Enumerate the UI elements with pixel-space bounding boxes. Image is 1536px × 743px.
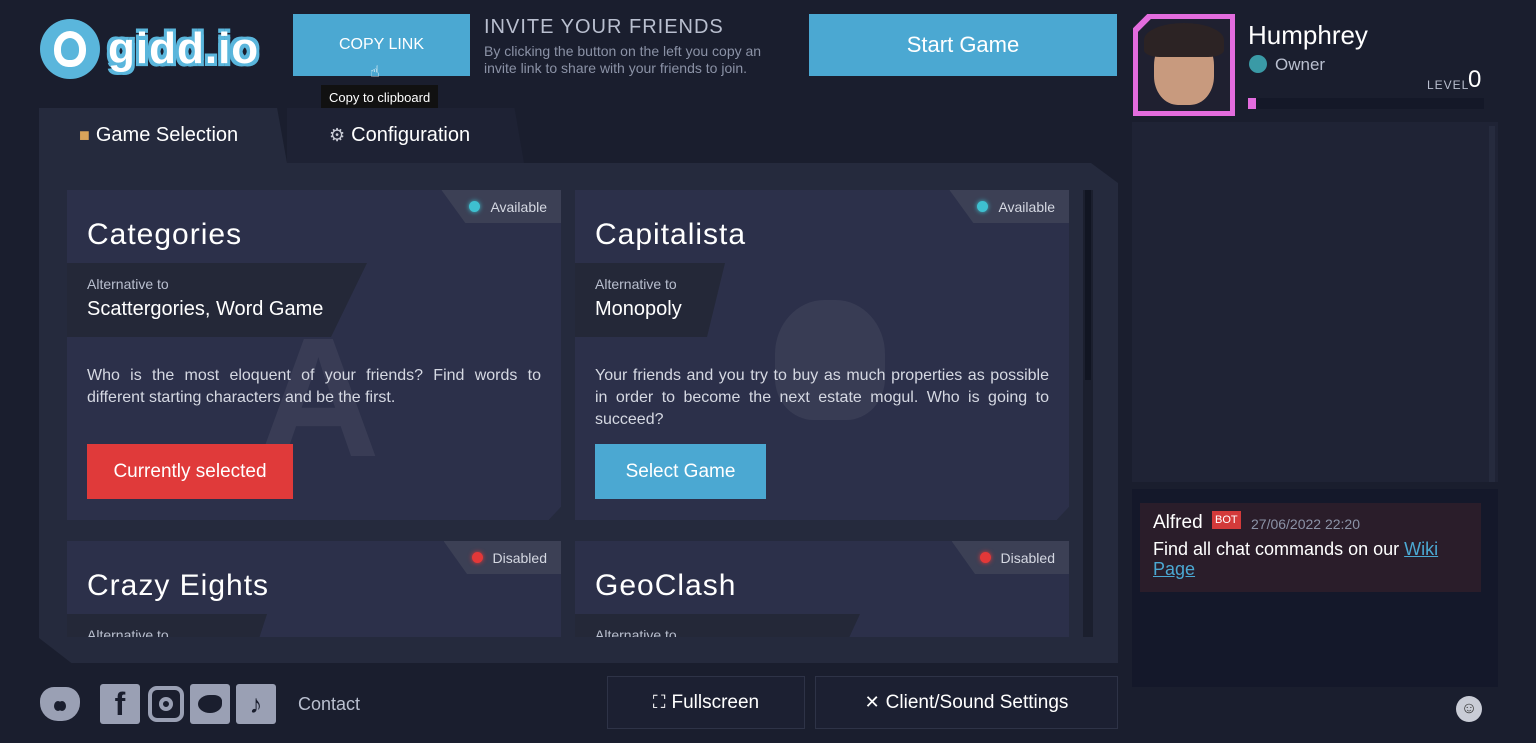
chat-timestamp: 27/06/2022 22:20 xyxy=(1251,516,1360,532)
level-progress-fill xyxy=(1248,98,1256,109)
start-game-button[interactable]: Start Game xyxy=(809,14,1117,76)
status-text: Available xyxy=(490,198,547,215)
tools-icon: ✕ xyxy=(864,692,880,712)
status-text: Disabled xyxy=(1000,549,1055,566)
chat-panel: Alfred BOT 27/06/2022 22:20 Find all cha… xyxy=(1132,489,1498,687)
available-dot-icon xyxy=(469,201,481,212)
pointer-cursor-icon: ☝ xyxy=(370,64,380,81)
tab-bar: ■ Game Selection ⚙ Configuration xyxy=(39,108,524,163)
client-sound-settings-button[interactable]: ✕ Client/Sound Settings xyxy=(815,676,1118,729)
sidebar: Alfred BOT 27/06/2022 22:20 Find all cha… xyxy=(1132,122,1498,730)
level-value: 0 xyxy=(1468,66,1482,93)
tab-label: Game Selection xyxy=(95,124,239,146)
facebook-icon[interactable]: f xyxy=(100,684,140,724)
fullscreen-label: Fullscreen xyxy=(671,691,760,713)
status-badge: Available xyxy=(441,190,561,223)
avatar[interactable] xyxy=(1133,14,1235,116)
role-label: Owner xyxy=(1275,55,1326,74)
copy-tooltip: Copy to clipboard xyxy=(321,85,439,110)
game-card-geoclash: Disabled GeoClash Alternative to xyxy=(575,541,1069,637)
tab-label: Configuration xyxy=(351,124,471,146)
discord-icon[interactable] xyxy=(40,684,80,724)
chat-message: Alfred BOT 27/06/2022 22:20 Find all cha… xyxy=(1140,503,1481,592)
chat-author: Alfred xyxy=(1153,512,1203,533)
game-description: Who is the most eloquent of your friends… xyxy=(87,367,541,406)
level-progress-bar xyxy=(1248,98,1484,109)
level-label: LEVEL xyxy=(1427,78,1470,92)
game-card-categories: A Available Categories Alternative to Sc… xyxy=(67,190,561,520)
disabled-dot-icon xyxy=(471,552,483,563)
instagram-icon[interactable] xyxy=(146,684,186,724)
username: Humphrey xyxy=(1248,20,1368,50)
alternative-label: Alternative to xyxy=(595,627,677,637)
invite-title: INVITE YOUR FRIENDS xyxy=(484,16,724,38)
fullscreen-icon: ⛶ xyxy=(652,692,666,712)
invite-description: By clicking the button on the left you c… xyxy=(484,43,762,76)
chat-text: Find all chat commands on our Wiki Page xyxy=(1153,539,1473,579)
status-badge: Available xyxy=(949,190,1069,223)
scrollbar-thumb[interactable] xyxy=(1085,190,1091,380)
emoji-icon[interactable]: ☺ xyxy=(1456,696,1482,722)
status-text: Disabled xyxy=(492,549,547,566)
currently-selected-button[interactable]: Currently selected xyxy=(87,444,293,499)
status-badge: Disabled xyxy=(443,541,561,574)
role-icon xyxy=(1249,55,1267,73)
game-title: GeoClash xyxy=(595,569,737,602)
game-list-scrollbar[interactable] xyxy=(1083,190,1093,637)
alternative-label: Alternative to xyxy=(87,276,169,292)
logo-text: gidd.io xyxy=(108,24,260,73)
alternative-name: Monopoly xyxy=(595,298,682,320)
bot-badge: BOT xyxy=(1212,511,1241,529)
twitter-icon[interactable] xyxy=(190,684,230,724)
available-dot-icon xyxy=(977,201,989,212)
game-title: Capitalista xyxy=(595,218,747,251)
game-card-crazy-eights: Disabled Crazy Eights Alternative to xyxy=(67,541,561,637)
select-game-button[interactable]: Select Game xyxy=(595,444,766,499)
chat-text-body: Find all chat commands on our xyxy=(1153,539,1405,559)
gears-icon: ⚙ xyxy=(329,125,346,145)
status-badge: Disabled xyxy=(951,541,1069,574)
game-title: Categories xyxy=(87,218,243,251)
contact-link[interactable]: Contact xyxy=(298,694,360,715)
game-card-capitalista: Available Capitalista Alternative to Mon… xyxy=(575,190,1069,520)
logo-mark-icon xyxy=(40,19,100,79)
tiktok-icon[interactable]: ♪ xyxy=(236,684,276,724)
game-description: Your friends and you try to buy as much … xyxy=(595,367,1049,428)
settings-label: Client/Sound Settings xyxy=(885,691,1069,713)
alternative-name: Scattergories, Word Game xyxy=(87,298,324,320)
logo: gidd.io xyxy=(40,18,280,80)
tab-configuration[interactable]: ⚙ Configuration xyxy=(287,108,524,163)
fullscreen-button[interactable]: ⛶ Fullscreen xyxy=(607,676,805,729)
game-title: Crazy Eights xyxy=(87,569,270,602)
disabled-dot-icon xyxy=(979,552,991,563)
alternative-label: Alternative to xyxy=(595,276,677,292)
tab-game-selection[interactable]: ■ Game Selection xyxy=(39,108,287,163)
copy-link-button[interactable]: COPY LINK xyxy=(293,14,470,76)
player-list xyxy=(1132,122,1498,482)
alternative-label: Alternative to xyxy=(87,627,169,637)
status-text: Available xyxy=(998,198,1055,215)
box-icon: ■ xyxy=(79,125,90,145)
player-list-scrollbar[interactable] xyxy=(1489,126,1495,482)
